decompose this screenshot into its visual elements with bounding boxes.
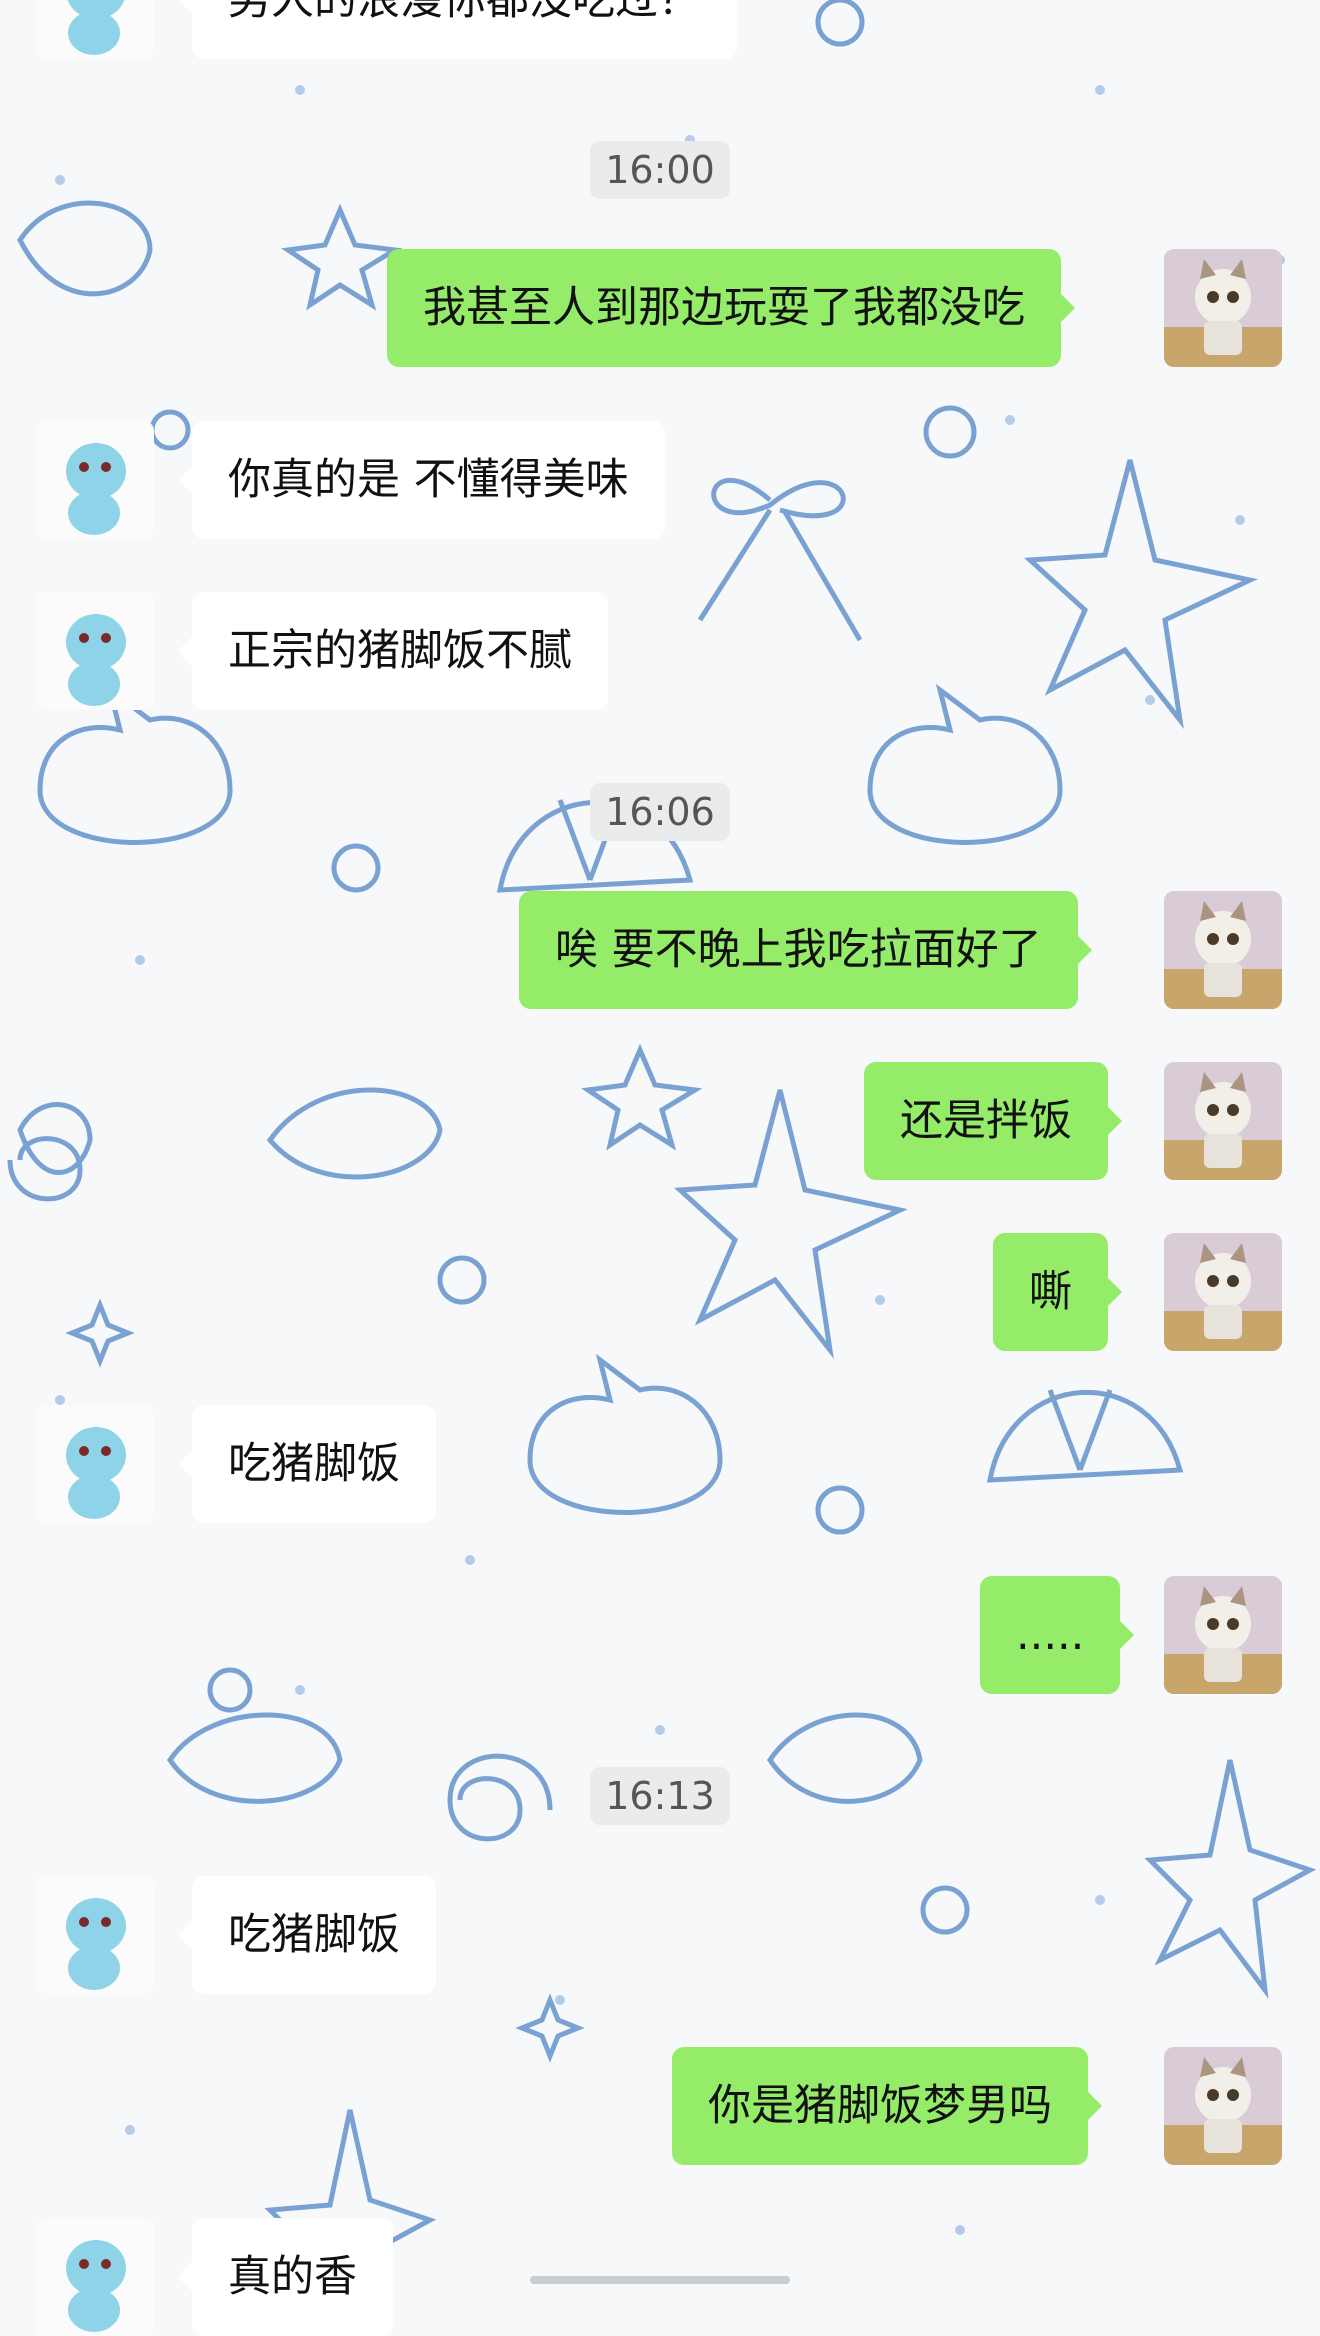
- kitten-avatar-icon[interactable]: [1164, 1576, 1282, 1694]
- chat-conversation: 男人的浪漫你都没吃过？ 16:00 我甚至人到那边玩耍了我都没吃 你真的是 不懂…: [0, 0, 1320, 2336]
- message-bubble-right[interactable]: 唉 要不晚上我吃拉面好了: [519, 891, 1092, 1009]
- kitten-avatar-icon[interactable]: [1164, 1233, 1282, 1351]
- message-bubble-right[interactable]: 还是拌饭: [864, 1062, 1122, 1180]
- message-bubble-right[interactable]: 你是猪脚饭梦男吗: [672, 2047, 1102, 2165]
- message-bubble-left[interactable]: 正宗的猪脚饭不腻: [178, 592, 608, 710]
- kitten-avatar-icon[interactable]: [1164, 249, 1282, 367]
- message-bubble-right[interactable]: 嘶: [993, 1233, 1122, 1351]
- kitten-avatar-icon[interactable]: [1164, 2047, 1282, 2165]
- message-bubble-right[interactable]: 我甚至人到那边玩耍了我都没吃: [387, 249, 1075, 367]
- message-bubble-left[interactable]: 吃猪脚饭: [178, 1405, 436, 1523]
- squirtle-avatar-icon[interactable]: [36, 592, 154, 710]
- scroll-indicator[interactable]: [530, 2276, 790, 2284]
- message-bubble-left[interactable]: 你真的是 不懂得美味: [178, 421, 665, 539]
- squirtle-avatar-icon[interactable]: [36, 1405, 154, 1523]
- squirtle-avatar-icon[interactable]: [36, 421, 154, 539]
- squirtle-avatar-icon[interactable]: [36, 1876, 154, 1994]
- message-bubble-left[interactable]: 男人的浪漫你都没吃过？: [178, 0, 737, 59]
- message-bubble-right[interactable]: .....: [980, 1576, 1135, 1694]
- squirtle-avatar-icon[interactable]: [36, 0, 154, 59]
- timestamp: 16:00: [590, 141, 730, 199]
- kitten-avatar-icon[interactable]: [1164, 1062, 1282, 1180]
- timestamp: 16:06: [590, 783, 730, 841]
- timestamp: 16:13: [590, 1767, 730, 1825]
- kitten-avatar-icon[interactable]: [1164, 891, 1282, 1009]
- squirtle-avatar-icon[interactable]: [36, 2218, 154, 2336]
- message-bubble-left[interactable]: 吃猪脚饭: [178, 1876, 436, 1994]
- message-bubble-left[interactable]: 真的香: [178, 2218, 393, 2336]
